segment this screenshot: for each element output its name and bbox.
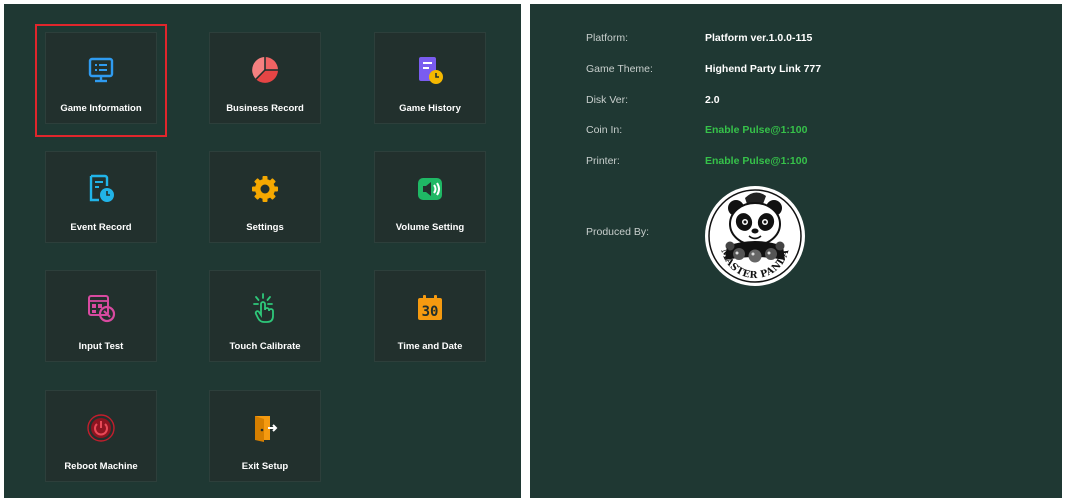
printer-label: Printer: [586,155,620,167]
touch-hand-icon [250,293,280,323]
gear-icon [250,174,280,204]
volume-setting-button[interactable]: Volume Setting [374,151,486,243]
input-test-label: Input Test [78,341,124,352]
setup-menu-panel: Game Information Business Record Game Hi… [4,4,521,498]
touch-calibrate-button[interactable]: Touch Calibrate [209,270,321,362]
game-theme-label: Game Theme: [586,63,653,75]
master-panda-logo: MASTER PANDA [703,184,807,288]
record-clock-icon [86,174,116,204]
reboot-machine-button[interactable]: Reboot Machine [45,390,157,482]
platform-value: Platform ver.1.0.0-115 [705,32,813,44]
time-and-date-button[interactable]: 30 Time and Date [374,270,486,362]
calendar-day-text: 30 [422,304,439,320]
time-and-date-label: Time and Date [397,341,463,352]
reboot-machine-label: Reboot Machine [64,461,138,472]
keypad-test-icon [86,293,116,323]
touch-calibrate-label: Touch Calibrate [229,341,301,352]
event-record-button[interactable]: Event Record [45,151,157,243]
power-icon [86,413,116,443]
input-test-button[interactable]: Input Test [45,270,157,362]
game-theme-value: Highend Party Link 777 [705,63,822,75]
settings-label: Settings [246,222,284,233]
volume-setting-label: Volume Setting [395,222,465,233]
event-record-label: Event Record [70,222,132,233]
settings-button[interactable]: Settings [209,151,321,243]
game-history-button[interactable]: Game History [374,32,486,124]
produced-by-label: Produced By: [586,226,650,238]
document-clock-icon [415,55,445,85]
printer-value: Enable Pulse@1:100 [705,155,808,167]
disk-ver-label: Disk Ver: [586,94,629,106]
exit-door-icon [250,413,280,443]
calendar-icon: 30 [415,293,445,323]
business-record-button[interactable]: Business Record [209,32,321,124]
disk-ver-value: 2.0 [705,94,720,106]
speaker-icon [415,174,445,204]
game-history-label: Game History [399,103,461,114]
exit-setup-button[interactable]: Exit Setup [209,390,321,482]
selection-highlight [35,24,167,137]
game-information-panel: Platform: Platform ver.1.0.0-115 Game Th… [530,4,1062,498]
coin-in-value: Enable Pulse@1:100 [705,124,808,136]
platform-label: Platform: [586,32,629,44]
coin-in-label: Coin In: [586,124,623,136]
business-record-label: Business Record [226,103,304,114]
exit-setup-label: Exit Setup [241,461,289,472]
pie-chart-icon [250,55,280,85]
